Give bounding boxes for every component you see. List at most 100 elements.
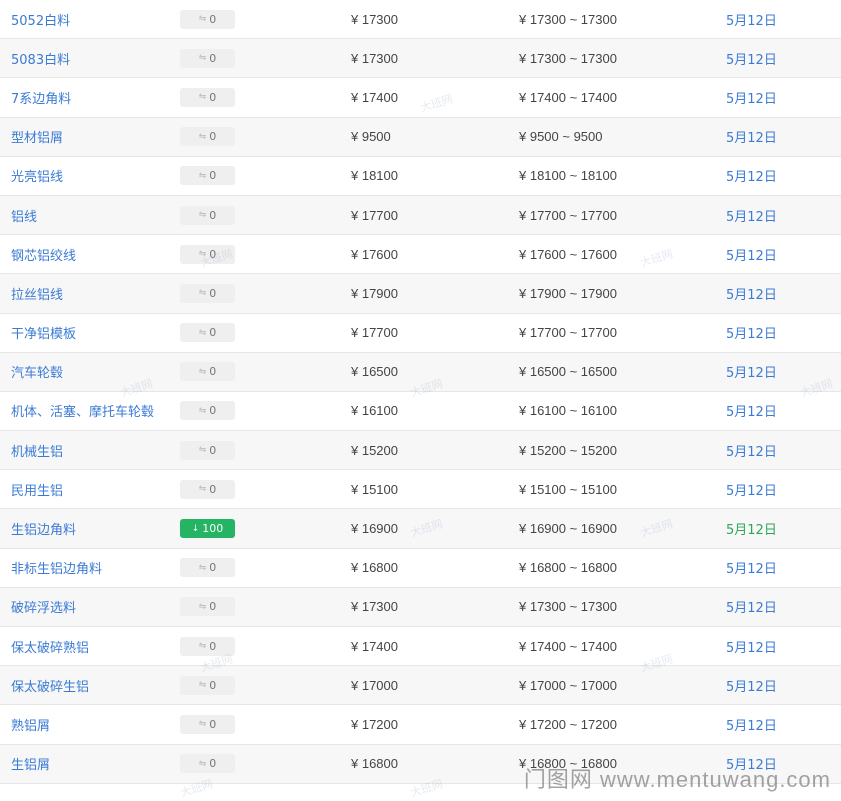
table-row: 民用生铝 ⇋ 0 ¥ 15100 ¥ 15100 ~ 15100 5月12日: [0, 470, 841, 510]
table-row: 非标生铝边角料 ⇋ 0 ¥ 16800 ¥ 16800 ~ 16800 5月12…: [0, 549, 841, 588]
change-value: 0: [209, 639, 217, 653]
material-name-link[interactable]: 拉丝铝线: [11, 284, 63, 303]
price-value: ¥ 17400: [351, 89, 398, 105]
price-range-value: ¥ 17600 ~ 17600: [519, 246, 617, 262]
change-value: 0: [209, 169, 217, 183]
date-link[interactable]: 5月12日: [726, 323, 777, 342]
date-link[interactable]: 5月12日: [726, 597, 777, 616]
price-cell: ¥ 17600: [351, 235, 471, 273]
material-name-link[interactable]: 铝线: [11, 206, 37, 225]
table-row: 拉丝铝线 ⇋ 0 ¥ 17900 ¥ 17900 ~ 17900 5月12日: [0, 274, 841, 314]
date-link[interactable]: 5月12日: [726, 49, 777, 68]
material-name-link[interactable]: 型材铝屑: [11, 127, 63, 146]
date-link[interactable]: 5月12日: [726, 441, 777, 460]
material-name-link[interactable]: 汽车轮毂: [11, 362, 63, 381]
change-value: 0: [209, 482, 217, 496]
flat-arrow-icon: ⇋: [198, 719, 207, 730]
change-value: 0: [209, 561, 217, 575]
range-cell: ¥ 17000 ~ 17000: [519, 666, 699, 704]
price-range-value: ¥ 17700 ~ 17700: [519, 325, 617, 341]
date-cell: 5月12日: [726, 78, 806, 116]
price-range-value: ¥ 17900 ~ 17900: [519, 285, 617, 301]
material-name-link[interactable]: 破碎浮选料: [11, 597, 76, 616]
material-name-link[interactable]: 保太破碎生铝: [11, 676, 89, 695]
material-name-link[interactable]: 保太破碎熟铝: [11, 637, 89, 656]
date-link[interactable]: 5月12日: [726, 558, 777, 577]
material-name-link[interactable]: 民用生铝: [11, 480, 63, 499]
date-link[interactable]: 5月12日: [726, 401, 777, 420]
date-link[interactable]: 5月12日: [726, 245, 777, 264]
date-link[interactable]: 5月12日: [726, 206, 777, 225]
change-value: 0: [209, 717, 217, 731]
change-cell: ⇋ 0: [180, 470, 236, 508]
material-name-link[interactable]: 机械生铝: [11, 441, 63, 460]
name-cell: 生铝屑: [11, 745, 176, 783]
date-cell: 5月12日: [726, 196, 806, 234]
date-cell: 5月12日: [726, 314, 806, 352]
date-cell: 5月12日: [726, 274, 806, 312]
date-link[interactable]: 5月12日: [726, 362, 777, 381]
range-cell: ¥ 16800 ~ 16800: [519, 745, 699, 783]
name-cell: 7系边角料: [11, 78, 176, 116]
date-link[interactable]: 5月12日: [726, 10, 777, 29]
material-name-link[interactable]: 生铝屑: [11, 754, 50, 773]
material-name-link[interactable]: 熟铝屑: [11, 715, 50, 734]
price-range-value: ¥ 17400 ~ 17400: [519, 638, 617, 654]
flat-arrow-icon: ⇋: [198, 366, 207, 377]
price-cell: ¥ 9500: [351, 118, 471, 156]
material-name-link[interactable]: 非标生铝边角料: [11, 558, 102, 577]
date-link[interactable]: 5月12日: [726, 166, 777, 185]
change-cell: ⇋ 0: [180, 78, 236, 116]
date-link[interactable]: 5月12日: [726, 480, 777, 499]
range-cell: ¥ 9500 ~ 9500: [519, 118, 699, 156]
date-cell: 5月12日: [726, 392, 806, 430]
date-link[interactable]: 5月12日: [726, 88, 777, 107]
material-name-link[interactable]: 钢芯铝绞线: [11, 245, 76, 264]
change-cell: ⇋ 0: [180, 353, 236, 391]
price-value: ¥ 17700: [351, 207, 398, 223]
date-link[interactable]: 5月12日: [726, 637, 777, 656]
change-cell: ⇋ 0: [180, 549, 236, 587]
down-arrow-icon: ↓: [191, 523, 200, 534]
date-link[interactable]: 5月12日: [726, 754, 777, 773]
range-cell: ¥ 17600 ~ 17600: [519, 235, 699, 273]
table-row: 5083白料 ⇋ 0 ¥ 17300 ¥ 17300 ~ 17300 5月12日: [0, 39, 841, 79]
change-badge: ⇋ 0: [180, 48, 235, 68]
price-range-value: ¥ 16800 ~ 16800: [519, 560, 617, 576]
material-name-link[interactable]: 光亮铝线: [11, 166, 63, 185]
flat-arrow-icon: ⇋: [198, 249, 207, 260]
change-value: 0: [209, 365, 217, 379]
price-cell: ¥ 16100: [351, 392, 471, 430]
material-name-link[interactable]: 生铝边角料: [11, 519, 76, 538]
name-cell: 拉丝铝线: [11, 274, 176, 312]
table-row: 机械生铝 ⇋ 0 ¥ 15200 ¥ 15200 ~ 15200 5月12日: [0, 431, 841, 471]
material-name-link[interactable]: 5083白料: [11, 49, 70, 68]
name-cell: 光亮铝线: [11, 157, 176, 195]
material-name-link[interactable]: 机体、活塞、摩托车轮毂: [11, 401, 154, 420]
date-cell: 5月12日: [726, 0, 806, 38]
flat-arrow-icon: ⇋: [198, 758, 207, 769]
date-link[interactable]: 5月12日: [726, 519, 777, 538]
flat-arrow-icon: ⇋: [198, 641, 207, 652]
range-cell: ¥ 17400 ~ 17400: [519, 78, 699, 116]
price-cell: ¥ 17700: [351, 196, 471, 234]
name-cell: 保太破碎熟铝: [11, 627, 176, 665]
material-name-link[interactable]: 7系边角料: [11, 88, 71, 107]
price-range-value: ¥ 15100 ~ 15100: [519, 481, 617, 497]
material-name-link[interactable]: 干净铝模板: [11, 323, 76, 342]
name-cell: 铝线: [11, 196, 176, 234]
change-badge: ⇋ 0: [180, 283, 235, 303]
price-range-value: ¥ 9500 ~ 9500: [519, 129, 603, 145]
change-badge: ⇋ 0: [180, 166, 235, 186]
date-link[interactable]: 5月12日: [726, 715, 777, 734]
date-link[interactable]: 5月12日: [726, 284, 777, 303]
change-cell: ↓ 100: [180, 509, 236, 547]
date-cell: 5月12日: [726, 705, 806, 743]
date-link[interactable]: 5月12日: [726, 676, 777, 695]
material-name-link[interactable]: 5052白料: [11, 10, 70, 29]
price-value: ¥ 17300: [351, 11, 398, 27]
date-link[interactable]: 5月12日: [726, 127, 777, 146]
change-cell: ⇋ 0: [180, 196, 236, 234]
range-cell: ¥ 17700 ~ 17700: [519, 314, 699, 352]
price-cell: ¥ 17400: [351, 78, 471, 116]
